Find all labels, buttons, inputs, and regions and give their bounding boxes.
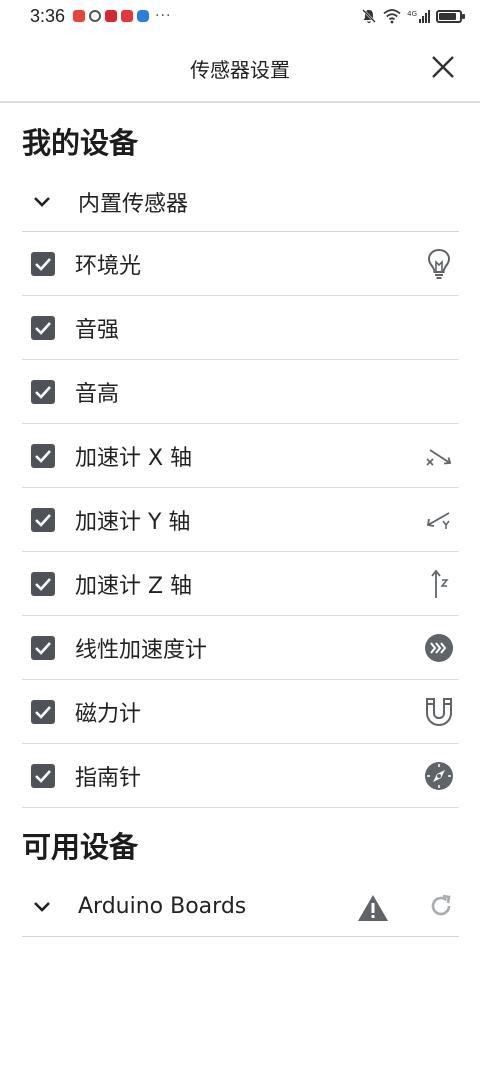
- warning-icon: [357, 893, 389, 923]
- sensor-checkbox[interactable]: [31, 571, 55, 596]
- app-notification-icon: [105, 10, 118, 22]
- sensor-row-linear-accel: 线性加速度计: [22, 616, 459, 680]
- more-notifications-icon: ···: [155, 8, 172, 24]
- sensor-checkbox[interactable]: [31, 379, 55, 404]
- wifi-icon: [383, 9, 401, 24]
- cellular-signal-icon: 4G: [407, 9, 430, 23]
- page-title: 传感器设置: [190, 58, 290, 82]
- compass-icon: [423, 760, 455, 792]
- mute-icon: [362, 9, 376, 24]
- battery-level: [439, 12, 456, 20]
- status-right: 4G: [361, 8, 465, 24]
- sensor-checkbox[interactable]: [31, 763, 55, 788]
- checkmark-icon: [35, 449, 51, 463]
- close-icon: [432, 56, 454, 78]
- chevron-down-icon: [22, 877, 62, 937]
- sensor-label: 磁力计: [75, 701, 142, 727]
- sensor-label: 指南针: [75, 765, 142, 791]
- available-devices-title: 可用设备: [22, 830, 139, 864]
- sensor-row-accel-x: 加速计 X 轴: [22, 424, 459, 488]
- sensor-row-ambient-light: 环境光: [22, 232, 459, 296]
- accel-z-icon: [423, 568, 455, 600]
- checkmark-icon: [35, 705, 51, 719]
- sensor-label: 线性加速度计: [75, 637, 208, 663]
- sensor-checkbox[interactable]: [31, 315, 55, 340]
- builtin-sensors-group[interactable]: 内置传感器: [22, 172, 459, 232]
- accel-y-icon: [423, 504, 455, 536]
- network-type: 4G: [407, 9, 417, 18]
- app-notification-icon: [121, 10, 134, 22]
- sensor-label: 环境光: [75, 253, 142, 279]
- shield-app-icon: [137, 10, 150, 22]
- sensor-checkbox[interactable]: [31, 443, 55, 468]
- checkmark-icon: [35, 577, 51, 591]
- status-bar: 3:36 ··· 4G: [0, 0, 480, 32]
- refresh-icon: [431, 894, 451, 916]
- sensor-label: 加速计 X 轴: [75, 445, 193, 471]
- sensor-row-accel-z: 加速计 Z 轴: [22, 552, 459, 616]
- arduino-boards-group[interactable]: Arduino Boards: [22, 877, 459, 937]
- sensor-row-sound-intensity: 音强: [22, 296, 459, 360]
- close-button[interactable]: [428, 52, 458, 82]
- sensor-checkbox[interactable]: [31, 507, 55, 532]
- chevron-down-icon: [22, 172, 62, 232]
- app-notification-icon: [73, 10, 86, 22]
- checkmark-icon: [35, 257, 51, 271]
- lightbulb-icon: [423, 248, 455, 280]
- checkmark-icon: [35, 513, 51, 527]
- sensor-label: 音强: [75, 317, 120, 343]
- checkmark-icon: [35, 385, 51, 399]
- linear-accel-icon: [423, 632, 455, 664]
- arduino-boards-label: Arduino Boards: [78, 894, 247, 919]
- sensor-label: 音高: [75, 381, 120, 407]
- checkmark-icon: [35, 769, 51, 783]
- magnet-icon: [423, 696, 455, 728]
- sensor-list: 环境光 音强 音高 加速计 X 轴 加速计 Y 轴 加速计 Z 轴 线性加速度计…: [22, 232, 459, 808]
- battery-icon: [436, 9, 465, 23]
- my-devices-title: 我的设备: [22, 126, 139, 160]
- refresh-button[interactable]: [427, 892, 455, 920]
- checkmark-icon: [35, 321, 51, 335]
- dialog-header: 传感器设置: [0, 32, 480, 103]
- sensor-checkbox[interactable]: [31, 699, 55, 724]
- status-time: 3:36: [30, 5, 66, 26]
- sensor-row-pitch: 音高: [22, 360, 459, 424]
- sensor-label: 加速计 Y 轴: [75, 509, 191, 535]
- sensor-row-accel-y: 加速计 Y 轴: [22, 488, 459, 552]
- sensor-label: 加速计 Z 轴: [75, 573, 193, 599]
- notification-icons: ···: [73, 8, 171, 24]
- sensor-row-compass: 指南针: [22, 744, 459, 808]
- sensor-checkbox[interactable]: [31, 251, 55, 276]
- builtin-sensors-label: 内置传感器: [78, 191, 189, 217]
- accel-x-icon: [423, 440, 455, 472]
- sensor-checkbox[interactable]: [31, 635, 55, 660]
- sensor-row-magnetometer: 磁力计: [22, 680, 459, 744]
- checkmark-icon: [35, 641, 51, 655]
- wechat-icon: [89, 10, 102, 22]
